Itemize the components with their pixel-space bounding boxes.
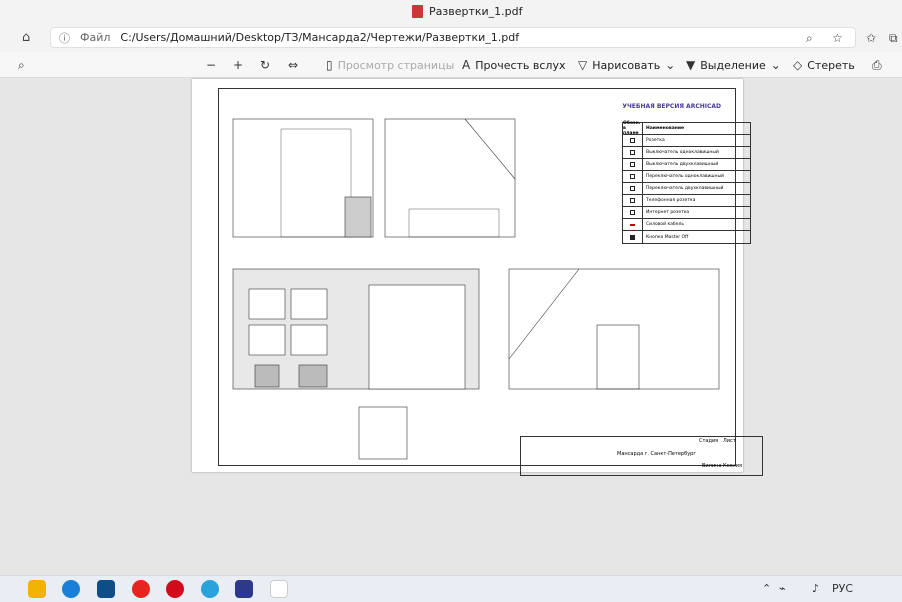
switch-icon bbox=[630, 186, 635, 191]
read-aloud-label: Прочесть вслух bbox=[475, 58, 566, 72]
erase-button[interactable]: ◇ Стереть bbox=[793, 58, 855, 72]
legend-row: Выключатель одноклавишный bbox=[623, 147, 750, 159]
page-view-label: Просмотр страницы bbox=[337, 58, 455, 72]
telegram-icon[interactable] bbox=[201, 580, 219, 598]
title-block: Стадия Лист Мансарда г. Санкт-Петербург … bbox=[520, 436, 763, 476]
network-icon[interactable]: ⌁ bbox=[779, 582, 786, 595]
sheet-label: Лист bbox=[723, 438, 736, 444]
floor-plan bbox=[358, 406, 408, 460]
highlight-button[interactable]: ▼ Выделение ⌄ bbox=[686, 58, 781, 72]
window-title: Развертки_1.pdf bbox=[412, 5, 523, 18]
master-off-icon bbox=[630, 234, 635, 240]
title-bar: Развертки_1.pdf bbox=[0, 0, 902, 24]
legend-row: Силовой кабель bbox=[623, 219, 750, 231]
author-name: Вилина Ксения bbox=[702, 463, 742, 469]
legend-row: Телефонная розетка bbox=[623, 195, 750, 207]
socket-icon bbox=[630, 138, 635, 143]
pdf-toolbar: ⌕ − + ↻ ⇔ ▯ Просмотр страницы A Прочесть в… bbox=[0, 52, 902, 78]
elevation-2 bbox=[384, 118, 516, 238]
yandex-browser-icon[interactable] bbox=[270, 580, 288, 598]
draw-label: Нарисовать bbox=[592, 58, 661, 72]
legend-row: Переключатель одноклавишный bbox=[623, 171, 750, 183]
highlight-label: Выделение bbox=[700, 58, 766, 72]
legend-row: Выключатель двухклавишный bbox=[623, 159, 750, 171]
power-cable-icon bbox=[630, 223, 635, 226]
zoom-icon[interactable]: ⌕ bbox=[806, 31, 813, 46]
legend-row: Переключатель двухклавишный bbox=[623, 183, 750, 195]
archicad-icon[interactable] bbox=[235, 580, 253, 598]
pdf-file-icon bbox=[412, 5, 423, 18]
url-text[interactable]: C:/Users/Домашний/Desktop/ТЗ/Мансарда2/Ч… bbox=[120, 31, 519, 44]
project-name: Мансарда г. Санкт-Петербург bbox=[617, 451, 696, 457]
pdf-page: УЧЕБНАЯ ВЕРСИЯ ARCHICAD Обозн. в плане Н… bbox=[192, 79, 763, 476]
internet-socket-icon bbox=[630, 210, 635, 215]
opera-icon[interactable] bbox=[166, 580, 184, 598]
legend-row: Розетка bbox=[623, 135, 750, 147]
window-title-text: Развертки_1.pdf bbox=[429, 5, 523, 18]
taskbar: ⌃ ⌁ ♪ РУС bbox=[0, 575, 902, 602]
legend-header: Обозн. в плане Наименование bbox=[623, 121, 750, 136]
switch-icon bbox=[630, 162, 635, 167]
favorites-list-icon[interactable]: ✩ bbox=[866, 31, 876, 45]
stage-label: Стадия bbox=[699, 438, 719, 444]
edge-icon[interactable] bbox=[62, 580, 80, 598]
switch-icon bbox=[630, 174, 635, 179]
zoom-in-button[interactable]: + bbox=[233, 58, 243, 72]
draw-button[interactable]: ▽ Нарисовать ⌄ bbox=[578, 58, 675, 72]
fit-page-icon[interactable]: ⇔ bbox=[288, 58, 298, 72]
zoom-out-button[interactable]: − bbox=[206, 58, 216, 72]
info-icon[interactable]: ⓘ bbox=[59, 30, 70, 46]
mail-icon[interactable] bbox=[97, 580, 115, 598]
watermark: УЧЕБНАЯ ВЕРСИЯ ARCHICAD bbox=[622, 103, 721, 110]
elevation-4 bbox=[508, 268, 720, 390]
phone-socket-icon bbox=[630, 198, 635, 203]
address-input[interactable]: ⓘ Файл C:/Users/Домашний/Desktop/ТЗ/Манс… bbox=[50, 27, 856, 48]
page-view-button[interactable]: ▯ Просмотр страницы bbox=[326, 58, 454, 72]
read-aloud-button[interactable]: A Прочесть вслух bbox=[462, 58, 566, 72]
home-icon[interactable]: ⌂ bbox=[22, 30, 30, 45]
favorite-icon[interactable]: ☆ bbox=[832, 31, 843, 45]
file-explorer-icon[interactable] bbox=[28, 580, 46, 598]
yandex-icon[interactable] bbox=[132, 580, 150, 598]
print-icon[interactable]: ⎙ bbox=[872, 58, 882, 73]
legend-col1: Обозн. в плане bbox=[623, 121, 643, 136]
legend-col2: Наименование bbox=[646, 126, 685, 131]
search-icon[interactable]: ⌕ bbox=[18, 58, 25, 73]
extensions-icon[interactable]: ⧉ bbox=[889, 31, 898, 46]
legend-table: Обозн. в плане Наименование Розетка Выкл… bbox=[622, 121, 751, 244]
tray-chevron-icon[interactable]: ⌃ bbox=[762, 582, 771, 595]
language-indicator[interactable]: РУС bbox=[832, 582, 853, 595]
drawing-frame: УЧЕБНАЯ ВЕРСИЯ ARCHICAD Обозн. в плане Н… bbox=[218, 88, 763, 476]
legend-row: Кнопка Master Off bbox=[623, 231, 750, 243]
erase-label: Стереть bbox=[807, 58, 855, 72]
file-label: Файл bbox=[80, 31, 111, 44]
legend-row: Интернет розетка bbox=[623, 207, 750, 219]
rotate-icon[interactable]: ↻ bbox=[260, 58, 270, 72]
volume-icon[interactable]: ♪ bbox=[812, 582, 819, 595]
switch-icon bbox=[630, 150, 635, 155]
